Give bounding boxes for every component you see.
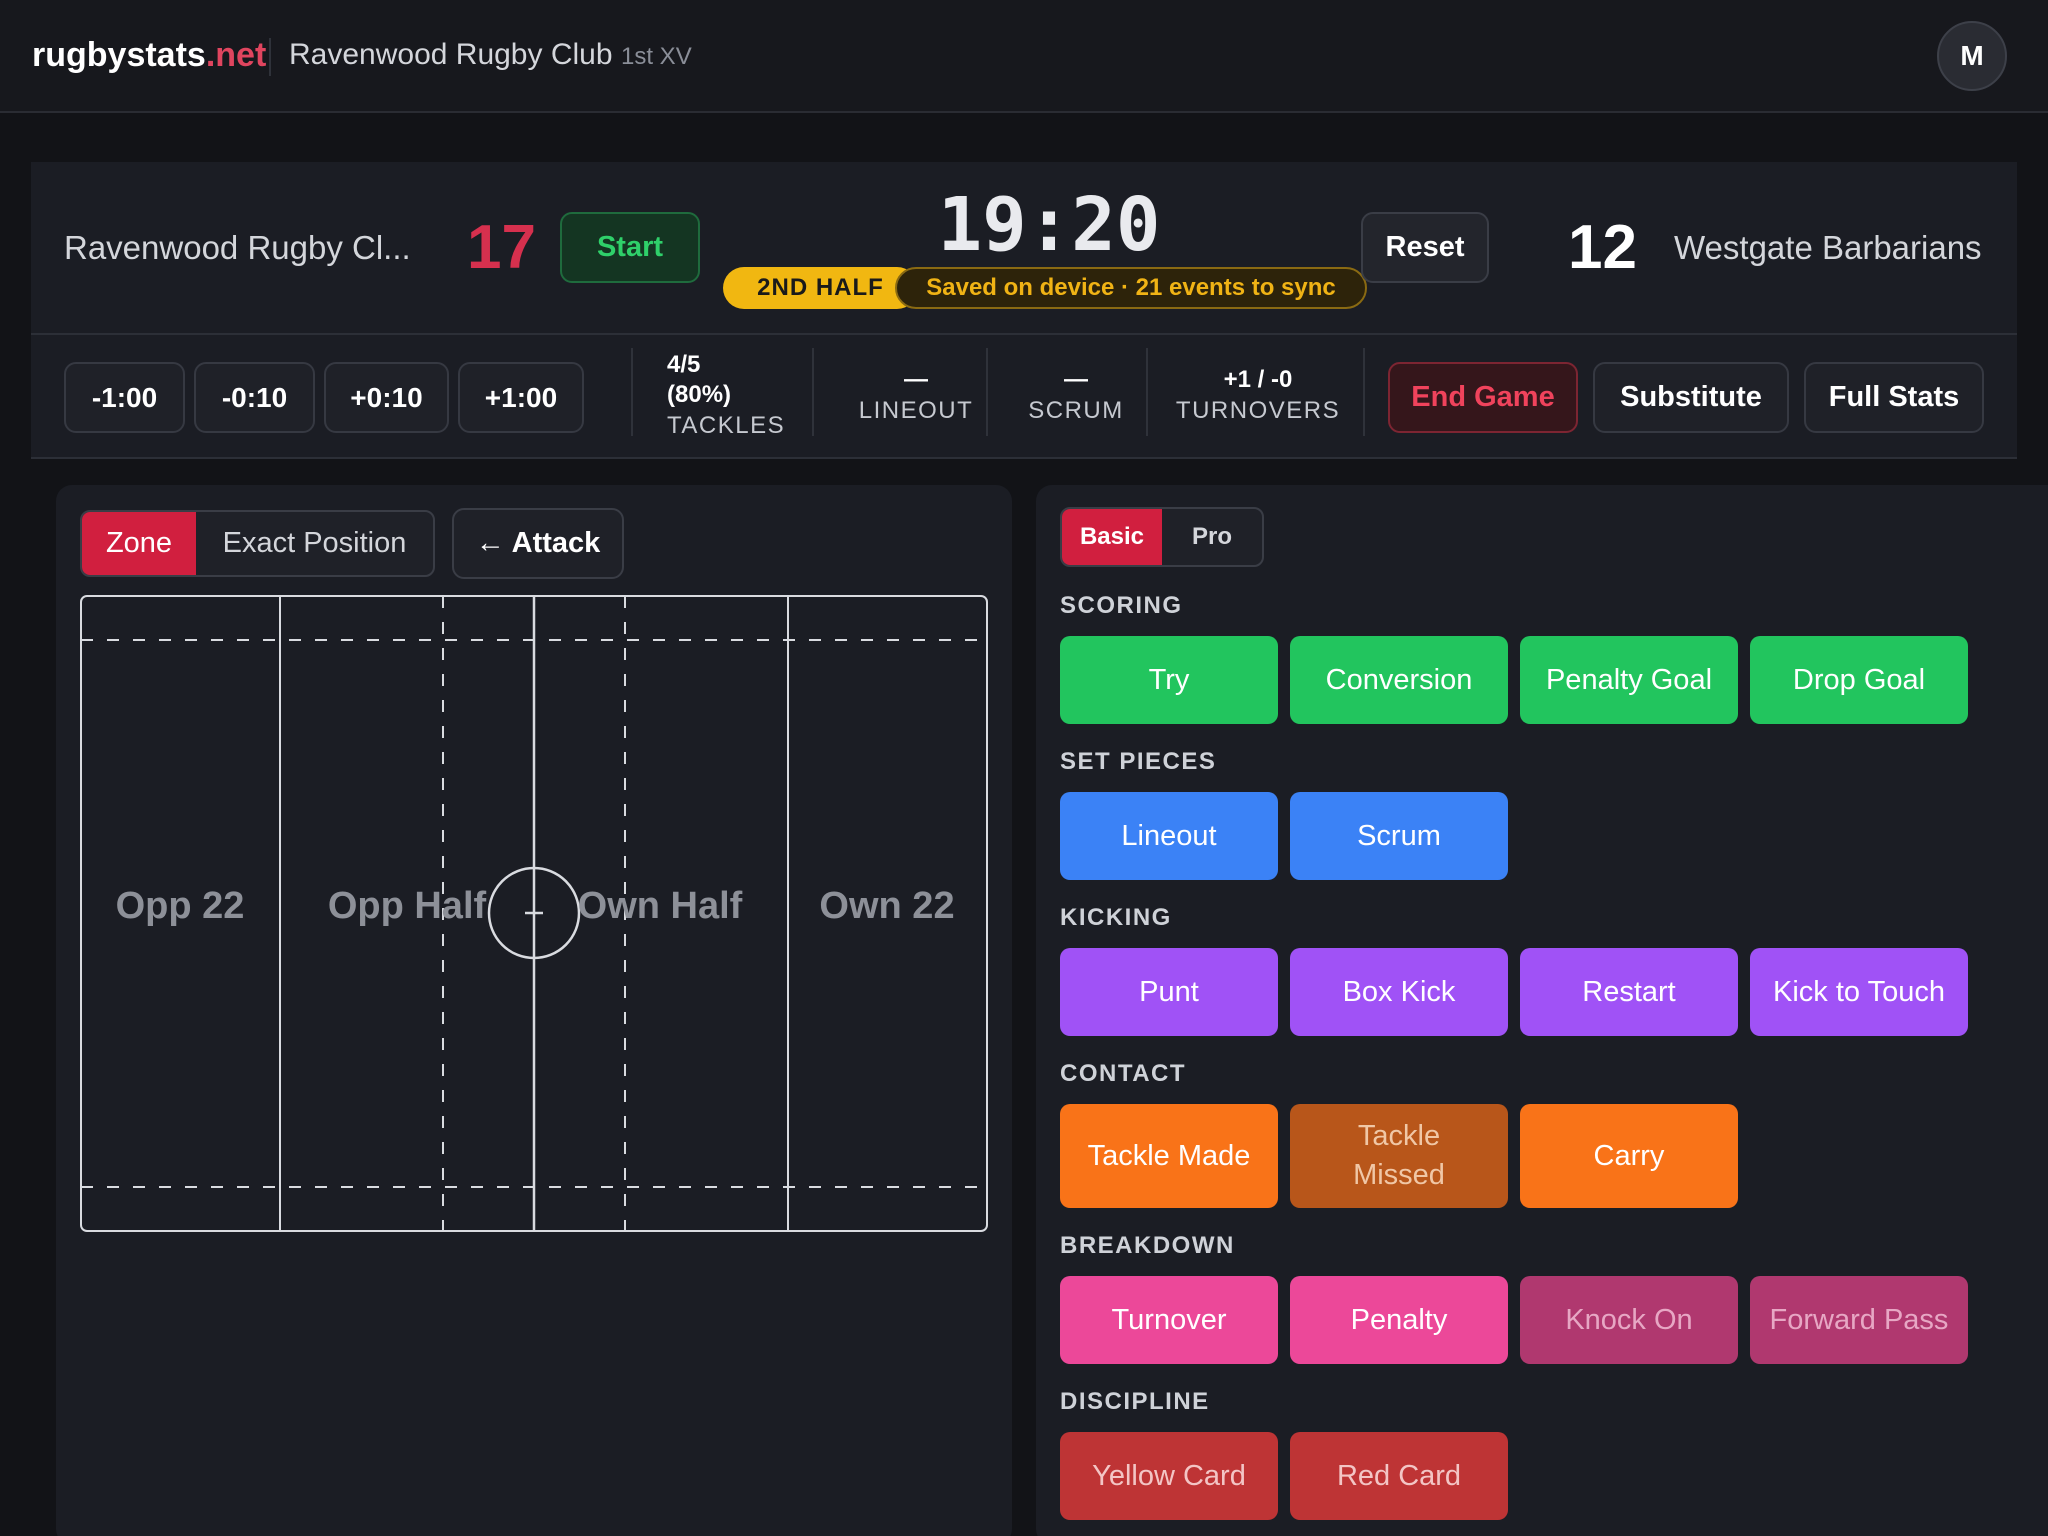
try-button[interactable]: Try xyxy=(1060,636,1278,724)
red-card-button[interactable]: Red Card xyxy=(1290,1432,1508,1520)
attack-direction-button[interactable]: ← Attack xyxy=(452,508,624,579)
events-panel: Basic Pro SCORING Try Conversion Penalty… xyxy=(1036,485,2048,1536)
turnovers-value: +1 / -0 xyxy=(1223,366,1293,393)
mode-exact-position-option[interactable]: Exact Position xyxy=(196,512,433,575)
sync-status-badge: Saved on device · 21 events to sync xyxy=(895,267,1367,309)
forward-pass-button[interactable]: Forward Pass xyxy=(1750,1276,1968,1364)
turnovers-stat: +1 / -0 TURNOVERS xyxy=(1173,365,1343,427)
brand-tld: .net xyxy=(205,36,267,74)
conversion-button[interactable]: Conversion xyxy=(1290,636,1508,724)
turnover-button[interactable]: Turnover xyxy=(1060,1276,1278,1364)
carry-button[interactable]: Carry xyxy=(1520,1104,1738,1208)
tackles-value: 4/5 xyxy=(667,351,701,378)
tackle-missed-button[interactable]: Tackle Missed xyxy=(1290,1104,1508,1208)
lineout-button[interactable]: Lineout xyxy=(1060,792,1278,880)
plus-1min-button[interactable]: +1:00 xyxy=(458,362,584,433)
header-divider xyxy=(269,38,271,76)
tier-basic-option[interactable]: Basic xyxy=(1062,509,1162,565)
pitch-panel: Zone Exact Position ← Attack Opp 22 Opp … xyxy=(56,485,1012,1536)
tier-toggle: Basic Pro xyxy=(1060,507,1264,567)
turnovers-label: TURNOVERS xyxy=(1175,397,1341,424)
scoreboard: Ravenwood Rugby Cl... 17 Start 19:20 2ND… xyxy=(31,162,2017,459)
tackles-stat: 4/5 (80%) TACKLES xyxy=(667,350,785,442)
punt-button[interactable]: Punt xyxy=(1060,948,1278,1036)
brand-logo[interactable]: rugbystats.net xyxy=(32,36,266,75)
minus-10s-button[interactable]: -0:10 xyxy=(194,362,315,433)
scrum-button[interactable]: Scrum xyxy=(1290,792,1508,880)
reset-clock-button[interactable]: Reset xyxy=(1361,212,1489,283)
top-bar: rugbystats.net Ravenwood Rugby Club 1st … xyxy=(0,0,2048,113)
penalty-goal-button[interactable]: Penalty Goal xyxy=(1520,636,1738,724)
contact-section-title: CONTACT xyxy=(1060,1060,1187,1087)
kick-to-touch-button[interactable]: Kick to Touch xyxy=(1750,948,1968,1036)
start-clock-button[interactable]: Start xyxy=(560,212,700,283)
stats-divider xyxy=(631,348,633,436)
tackles-label: TACKLES xyxy=(667,412,786,439)
home-score: 17 xyxy=(467,213,536,282)
restart-button[interactable]: Restart xyxy=(1520,948,1738,1036)
scoreboard-divider xyxy=(31,333,2017,335)
lineout-value: — xyxy=(904,366,928,393)
away-score: 12 xyxy=(1568,213,1637,282)
breakdown-section-title: BREAKDOWN xyxy=(1060,1232,1235,1259)
tackles-percent: (80%) xyxy=(667,381,732,408)
home-team-name: Ravenwood Rugby Cl... xyxy=(64,229,411,266)
knock-on-button[interactable]: Knock On xyxy=(1520,1276,1738,1364)
full-stats-button[interactable]: Full Stats xyxy=(1804,362,1984,433)
away-team-name: Westgate Barbarians xyxy=(1674,229,1982,266)
lineout-label: LINEOUT xyxy=(858,397,974,424)
yellow-card-button[interactable]: Yellow Card xyxy=(1060,1432,1278,1520)
kicking-section-title: KICKING xyxy=(1060,904,1172,931)
tier-pro-option[interactable]: Pro xyxy=(1162,509,1262,565)
substitute-button[interactable]: Substitute xyxy=(1593,362,1789,433)
minus-1min-button[interactable]: -1:00 xyxy=(64,362,185,433)
stats-divider xyxy=(1363,348,1365,436)
scrum-label: SCRUM xyxy=(1028,397,1124,424)
box-kick-button[interactable]: Box Kick xyxy=(1290,948,1508,1036)
zone-label-own-22: Own 22 xyxy=(819,885,954,927)
lineout-stat: — LINEOUT xyxy=(846,365,986,427)
scoring-section-title: SCORING xyxy=(1060,592,1183,619)
discipline-section-title: DISCIPLINE xyxy=(1060,1388,1210,1415)
team-name: 1st XV xyxy=(621,43,692,70)
user-avatar[interactable]: M xyxy=(1937,21,2007,91)
end-game-button[interactable]: End Game xyxy=(1388,362,1578,433)
half-badge: 2ND HALF xyxy=(723,267,918,309)
stats-divider xyxy=(1146,348,1148,436)
tackle-made-button[interactable]: Tackle Made xyxy=(1060,1104,1278,1208)
rugby-pitch[interactable]: Opp 22 Opp Half Own Half Own 22 xyxy=(80,595,988,1232)
brand-name: rugbystats xyxy=(32,36,206,74)
zone-label-own-half: Own Half xyxy=(578,885,743,927)
mode-zone-option[interactable]: Zone xyxy=(82,512,196,575)
set-pieces-section-title: SET PIECES xyxy=(1060,748,1217,775)
plus-10s-button[interactable]: +0:10 xyxy=(324,362,449,433)
club-name: Ravenwood Rugby Club xyxy=(289,38,613,71)
zone-label-opp-22: Opp 22 xyxy=(116,885,245,927)
stats-divider xyxy=(812,348,814,436)
scrum-stat: — SCRUM xyxy=(1016,365,1136,427)
match-clock: 19:20 xyxy=(937,182,1161,268)
stats-divider xyxy=(986,348,988,436)
drop-goal-button[interactable]: Drop Goal xyxy=(1750,636,1968,724)
scrum-value: — xyxy=(1064,366,1088,393)
position-mode-toggle: Zone Exact Position xyxy=(80,510,435,577)
penalty-button[interactable]: Penalty xyxy=(1290,1276,1508,1364)
zone-label-opp-half: Opp Half xyxy=(328,885,487,927)
